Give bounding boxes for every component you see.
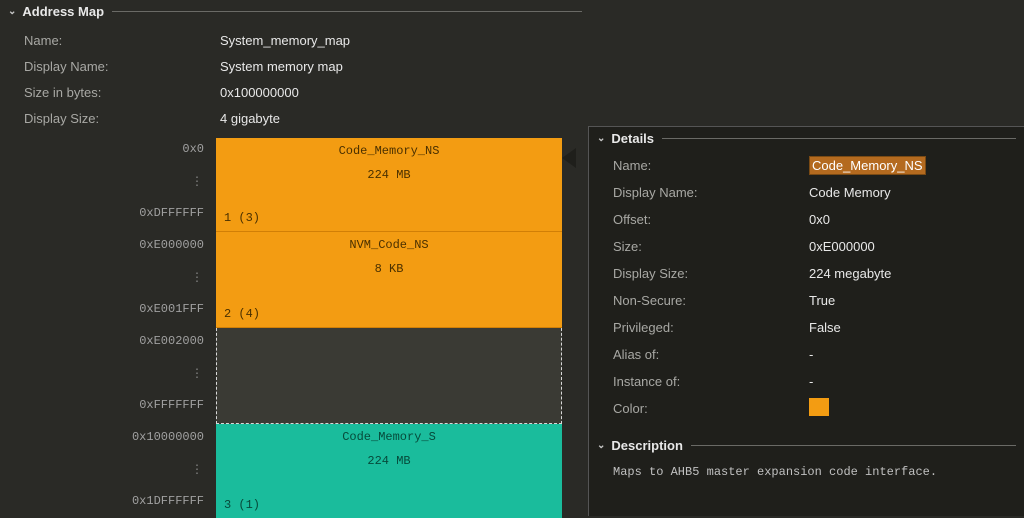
color-swatch[interactable] <box>809 398 829 416</box>
d-sz-val: 0xE000000 <box>809 239 875 254</box>
displayname-val: System memory map <box>220 59 343 74</box>
addr-label: 0x10000000 <box>132 430 204 444</box>
d-pr-key: Privileged: <box>613 320 809 335</box>
details-title: Details <box>611 131 654 146</box>
details-header[interactable]: ⌄ Details <box>589 127 1024 150</box>
d-dsz-val: 224 megabyte <box>809 266 891 281</box>
d-off-val: 0x0 <box>809 212 830 227</box>
address-map-props: Name: System_memory_map Display Name: Sy… <box>0 23 590 141</box>
dispsize-val: 4 gigabyte <box>220 111 280 126</box>
d-name-key: Name: <box>613 158 809 173</box>
size-val: 0x100000000 <box>220 85 299 100</box>
addr-label: 0x0 <box>182 142 204 156</box>
description-header[interactable]: ⌄ Description <box>589 434 1024 457</box>
address-map-title: Address Map <box>22 4 104 19</box>
chevron-down-icon: ⌄ <box>597 440 605 451</box>
d-in-key: Instance of: <box>613 374 809 389</box>
name-val: System_memory_map <box>220 33 350 48</box>
d-ns-key: Non-Secure: <box>613 293 809 308</box>
vdots-icon: ⋮ <box>191 462 204 477</box>
block-size: 8 KB <box>216 252 562 276</box>
block-name: NVM_Code_NS <box>216 232 562 252</box>
chevron-down-icon: ⌄ <box>597 133 605 144</box>
block-name: Code_Memory_NS <box>216 138 562 158</box>
memory-block-code-memory-ns[interactable]: Code_Memory_NS 224 MB 1 (3) <box>216 138 562 232</box>
block-size: 224 MB <box>216 158 562 182</box>
name-key: Name: <box>24 33 220 48</box>
description-title: Description <box>611 438 683 453</box>
memory-block-code-memory-s[interactable]: Code_Memory_S 224 MB 3 (1) <box>216 424 562 518</box>
d-dn-val: Code Memory <box>809 185 891 200</box>
rule <box>691 445 1016 446</box>
block-name: Code_Memory_S <box>216 424 562 444</box>
block-size: 224 MB <box>216 444 562 468</box>
vdots-icon: ⋮ <box>191 366 204 381</box>
memory-block-nvm-code-ns[interactable]: NVM_Code_NS 8 KB 2 (4) <box>216 232 562 328</box>
vdots-icon: ⋮ <box>191 174 204 189</box>
address-map-header[interactable]: ⌄ Address Map <box>0 0 590 23</box>
addr-label: 0xE001FFF <box>139 302 204 316</box>
dispsize-key: Display Size: <box>24 111 220 126</box>
d-off-key: Offset: <box>613 212 809 227</box>
rule <box>112 11 582 12</box>
vdots-icon: ⋮ <box>191 270 204 285</box>
rule <box>662 138 1016 139</box>
d-sz-key: Size: <box>613 239 809 254</box>
addr-label: 0xFFFFFFF <box>139 398 204 412</box>
d-pr-val: False <box>809 320 841 335</box>
block-index: 2 (4) <box>224 307 260 321</box>
size-key: Size in bytes: <box>24 85 220 100</box>
d-al-key: Alias of: <box>613 347 809 362</box>
description-text: Maps to AHB5 master expansion code inter… <box>589 457 1024 479</box>
addr-label: 0xDFFFFFF <box>139 206 204 220</box>
d-dsz-key: Display Size: <box>613 266 809 281</box>
d-dn-key: Display Name: <box>613 185 809 200</box>
chevron-down-icon: ⌄ <box>8 6 16 17</box>
block-index: 3 (1) <box>224 498 260 512</box>
d-ns-val: True <box>809 293 835 308</box>
d-al-val: - <box>809 347 813 362</box>
d-col-key: Color: <box>613 401 809 416</box>
block-index: 1 (3) <box>224 211 260 225</box>
memory-block-empty[interactable] <box>216 328 562 424</box>
addr-label: 0x1DFFFFFF <box>132 494 204 508</box>
addr-label: 0xE000000 <box>139 238 204 252</box>
d-in-val: - <box>809 374 813 389</box>
selection-pointer-icon <box>562 148 576 168</box>
addr-label: 0xE002000 <box>139 334 204 348</box>
d-name-val[interactable]: Code_Memory_NS <box>809 156 926 175</box>
displayname-key: Display Name: <box>24 59 220 74</box>
